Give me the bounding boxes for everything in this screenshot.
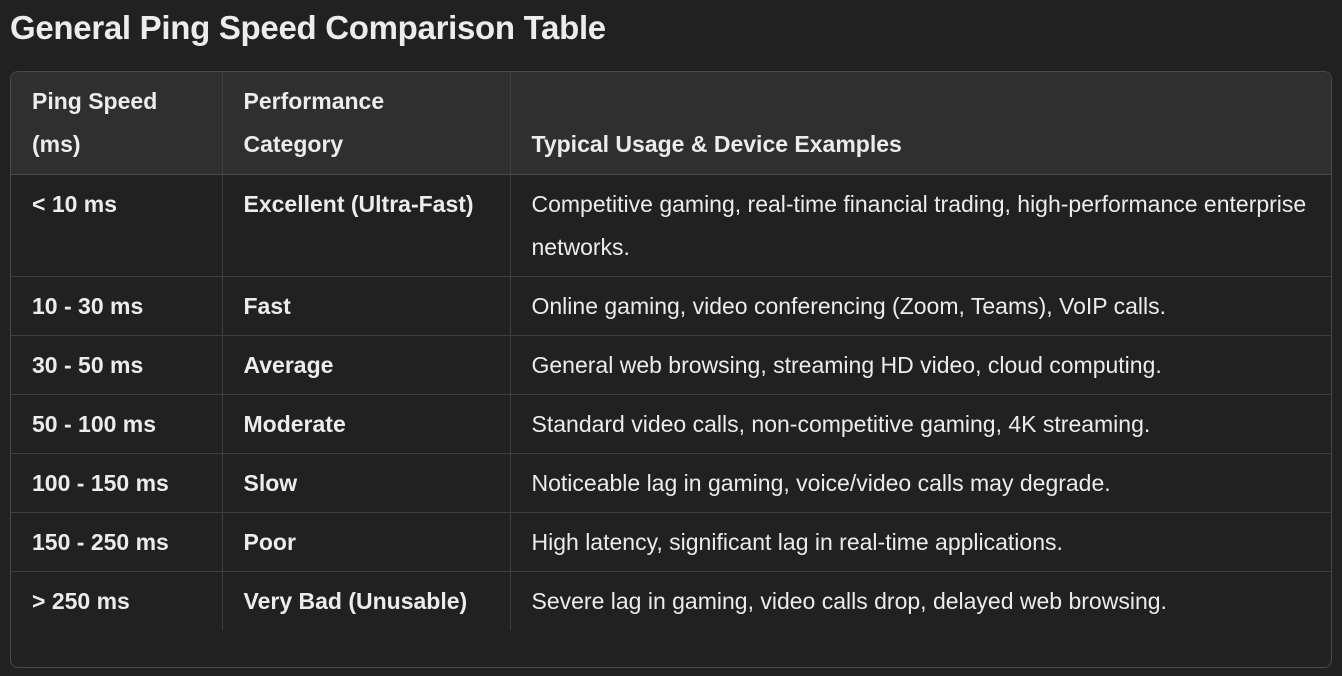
cell-performance-category: Very Bad (Unusable) [222, 571, 511, 630]
cell-ping-speed: 10 - 30 ms [11, 276, 223, 336]
cell-typical-usage: High latency, significant lag in real-ti… [510, 512, 1331, 572]
table-row: 30 - 50 ms Average General web browsing,… [11, 335, 1331, 395]
header-performance-category: Performance Category [222, 72, 511, 175]
cell-performance-category: Fast [222, 276, 511, 336]
ping-speed-comparison-table: Ping Speed (ms) Performance Category Typ… [11, 72, 1331, 630]
cell-performance-category: Excellent (Ultra-Fast) [222, 174, 511, 277]
cell-ping-speed: 30 - 50 ms [11, 335, 223, 395]
table-row: 150 - 250 ms Poor High latency, signific… [11, 512, 1331, 572]
table-row: > 250 ms Very Bad (Unusable) Severe lag … [11, 571, 1331, 630]
cell-typical-usage: Standard video calls, non-competitive ga… [510, 394, 1331, 454]
table-row: 100 - 150 ms Slow Noticeable lag in gami… [11, 453, 1331, 513]
cell-performance-category: Moderate [222, 394, 511, 454]
table-header: Ping Speed (ms) Performance Category Typ… [11, 72, 1331, 175]
table-header-row: Ping Speed (ms) Performance Category Typ… [11, 72, 1331, 175]
cell-performance-category: Average [222, 335, 511, 395]
table-row: 50 - 100 ms Moderate Standard video call… [11, 394, 1331, 454]
comparison-table-container: Ping Speed (ms) Performance Category Typ… [10, 71, 1332, 668]
cell-typical-usage: Online gaming, video conferencing (Zoom,… [510, 276, 1331, 336]
cell-performance-category: Slow [222, 453, 511, 513]
page-title: General Ping Speed Comparison Table [10, 9, 606, 46]
cell-ping-speed: < 10 ms [11, 174, 223, 277]
header-typical-usage: Typical Usage & Device Examples [510, 72, 1331, 175]
cell-typical-usage: Noticeable lag in gaming, voice/video ca… [510, 453, 1331, 513]
cell-ping-speed: 150 - 250 ms [11, 512, 223, 572]
cell-typical-usage: Severe lag in gaming, video calls drop, … [531, 588, 1167, 614]
cell-typical-usage: General web browsing, streaming HD video… [510, 335, 1331, 395]
table-body: < 10 ms Excellent (Ultra-Fast) Competiti… [11, 174, 1331, 630]
table-row: < 10 ms Excellent (Ultra-Fast) Competiti… [11, 174, 1331, 277]
table-row: 10 - 30 ms Fast Online gaming, video con… [11, 276, 1331, 336]
cell-performance-category: Poor [222, 512, 511, 572]
cell-typical-usage: Competitive gaming, real-time financial … [510, 174, 1331, 277]
cell-ping-speed: > 250 ms [11, 571, 223, 630]
cell-ping-speed: 100 - 150 ms [11, 453, 223, 513]
cell-ping-speed: 50 - 100 ms [11, 394, 223, 454]
header-ping-speed: Ping Speed (ms) [11, 72, 223, 175]
